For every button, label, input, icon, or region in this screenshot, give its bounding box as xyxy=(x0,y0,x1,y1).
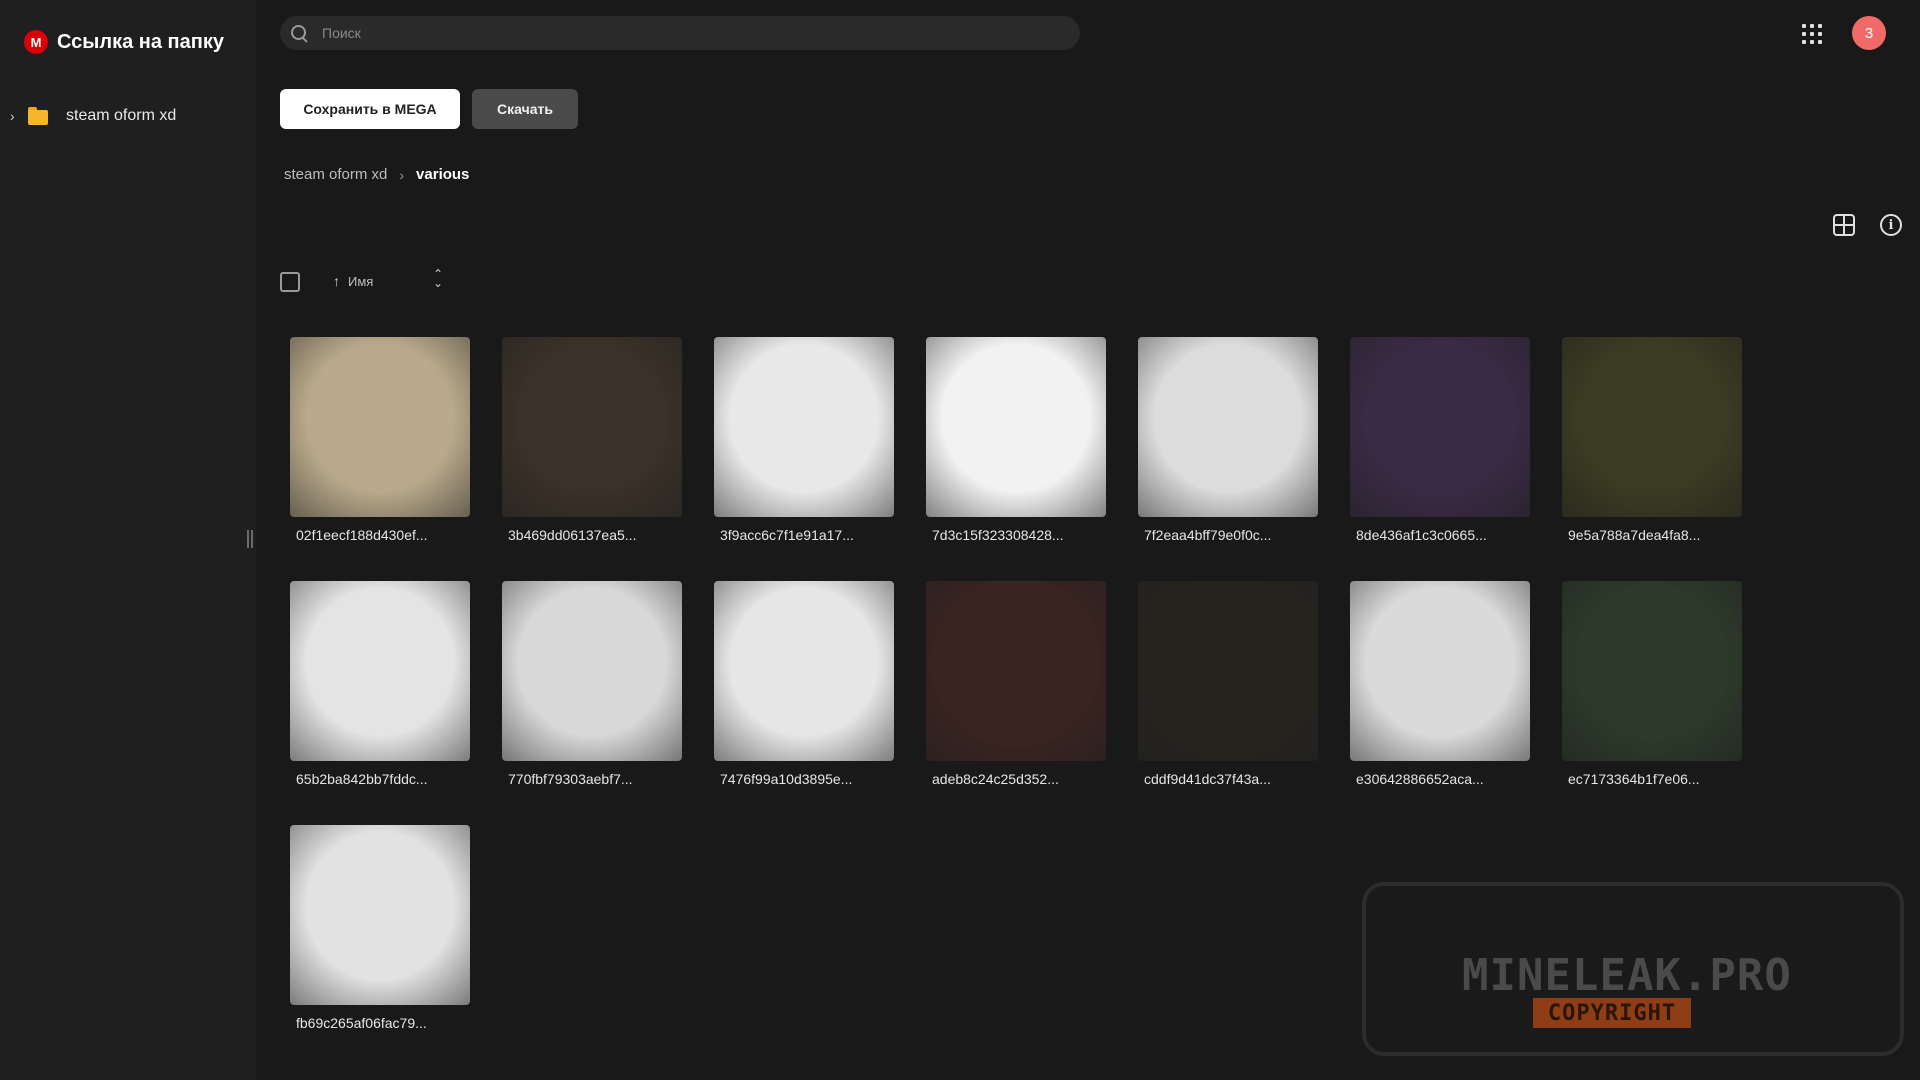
file-thumbnail[interactable] xyxy=(290,337,470,517)
file-item[interactable]: 7476f99a10d3895e... xyxy=(714,581,894,787)
file-item[interactable]: 7d3c15f323308428... xyxy=(926,337,1106,543)
file-name: 3f9acc6c7f1e91a17... xyxy=(720,527,854,543)
file-thumbnail[interactable] xyxy=(290,825,470,1005)
file-item[interactable]: fb69c265af06fac79... xyxy=(290,825,470,1031)
file-name: 8de436af1c3c0665... xyxy=(1356,527,1487,543)
search-bar[interactable] xyxy=(280,16,1080,50)
page-title: Ссылка на папку xyxy=(57,30,224,53)
file-thumbnail[interactable] xyxy=(926,581,1106,761)
file-name: adeb8c24c25d352... xyxy=(932,771,1059,787)
grid-view-icon[interactable] xyxy=(1833,214,1855,236)
breadcrumb-current: various xyxy=(416,166,470,183)
breadcrumb: steam oform xd › various xyxy=(284,166,469,183)
watermark-badge: COPYRIGHT xyxy=(1533,998,1691,1028)
file-item[interactable]: 8de436af1c3c0665... xyxy=(1350,337,1530,543)
info-icon[interactable]: i xyxy=(1880,214,1902,236)
file-item[interactable]: adeb8c24c25d352... xyxy=(926,581,1106,787)
file-name: e30642886652aca... xyxy=(1356,771,1484,787)
file-name: 770fbf79303aebf7... xyxy=(508,771,633,787)
select-all-checkbox[interactable] xyxy=(280,272,300,292)
file-item[interactable]: ec7173364b1f7e06... xyxy=(1562,581,1742,787)
sidebar-resize-handle[interactable] xyxy=(246,530,254,550)
file-name: 3b469dd06137ea5... xyxy=(508,527,637,543)
file-name: ec7173364b1f7e06... xyxy=(1568,771,1700,787)
file-thumbnail[interactable] xyxy=(290,581,470,761)
sidebar-item-steam-oform-xd[interactable]: › steam oform xd xyxy=(10,104,176,128)
file-thumbnail[interactable] xyxy=(926,337,1106,517)
breadcrumb-parent[interactable]: steam oform xd xyxy=(284,166,387,183)
file-item[interactable]: 770fbf79303aebf7... xyxy=(502,581,682,787)
file-name: fb69c265af06fac79... xyxy=(296,1015,427,1031)
save-to-mega-button[interactable]: Сохранить в MEGA xyxy=(280,89,460,129)
sort-column-label: Имя xyxy=(348,273,374,289)
file-thumbnail[interactable] xyxy=(502,337,682,517)
watermark: MINELEAK.PRO COPYRIGHT xyxy=(1362,882,1904,1056)
file-thumbnail[interactable] xyxy=(1350,337,1530,517)
file-thumbnail[interactable] xyxy=(714,581,894,761)
sidebar: M Ссылка на папку › steam oform xd xyxy=(0,0,256,1080)
file-thumbnail[interactable] xyxy=(502,581,682,761)
sidebar-item-label: steam oform xd xyxy=(66,107,177,124)
chevron-right-icon: › xyxy=(399,166,405,183)
file-name: 7476f99a10d3895e... xyxy=(720,771,853,787)
file-name: 02f1eecf188d430ef... xyxy=(296,527,428,543)
brand: M Ссылка на папку xyxy=(24,30,224,54)
watermark-text: MINELEAK.PRO xyxy=(1462,950,1792,1001)
sort-by-name[interactable]: ↑ Имя xyxy=(333,273,373,289)
file-item[interactable]: 3f9acc6c7f1e91a17... xyxy=(714,337,894,543)
download-button[interactable]: Скачать xyxy=(472,89,578,129)
file-thumbnail[interactable] xyxy=(714,337,894,517)
mega-logo-icon[interactable]: M xyxy=(24,30,48,54)
file-item[interactable]: 7f2eaa4bff79e0f0c... xyxy=(1138,337,1318,543)
file-name: 7f2eaa4bff79e0f0c... xyxy=(1144,527,1272,543)
file-item[interactable]: e30642886652aca... xyxy=(1350,581,1530,787)
file-item[interactable]: 02f1eecf188d430ef... xyxy=(290,337,470,543)
file-name: 7d3c15f323308428... xyxy=(932,527,1064,543)
file-item[interactable]: 9e5a788a7dea4fa8... xyxy=(1562,337,1742,543)
file-name: 65b2ba842bb7fddc... xyxy=(296,771,428,787)
folder-icon xyxy=(28,107,50,125)
file-thumbnail[interactable] xyxy=(1562,337,1742,517)
file-item[interactable]: 65b2ba842bb7fddc... xyxy=(290,581,470,787)
file-item[interactable]: 3b469dd06137ea5... xyxy=(502,337,682,543)
search-icon xyxy=(290,24,308,42)
file-thumbnail[interactable] xyxy=(1562,581,1742,761)
avatar[interactable]: 3 xyxy=(1852,16,1886,50)
apps-grid-icon[interactable] xyxy=(1802,24,1822,44)
file-thumbnail[interactable] xyxy=(1138,581,1318,761)
arrow-up-icon: ↑ xyxy=(333,273,340,289)
file-name: cddf9d41dc37f43a... xyxy=(1144,771,1271,787)
file-thumbnail[interactable] xyxy=(1138,337,1318,517)
file-thumbnail[interactable] xyxy=(1350,581,1530,761)
file-name: 9e5a788a7dea4fa8... xyxy=(1568,527,1701,543)
search-input[interactable] xyxy=(322,25,1022,41)
chevron-right-icon[interactable]: › xyxy=(10,108,22,124)
file-item[interactable]: cddf9d41dc37f43a... xyxy=(1138,581,1318,787)
sort-order-icon[interactable]: ⌃ ⌄ xyxy=(433,268,443,289)
